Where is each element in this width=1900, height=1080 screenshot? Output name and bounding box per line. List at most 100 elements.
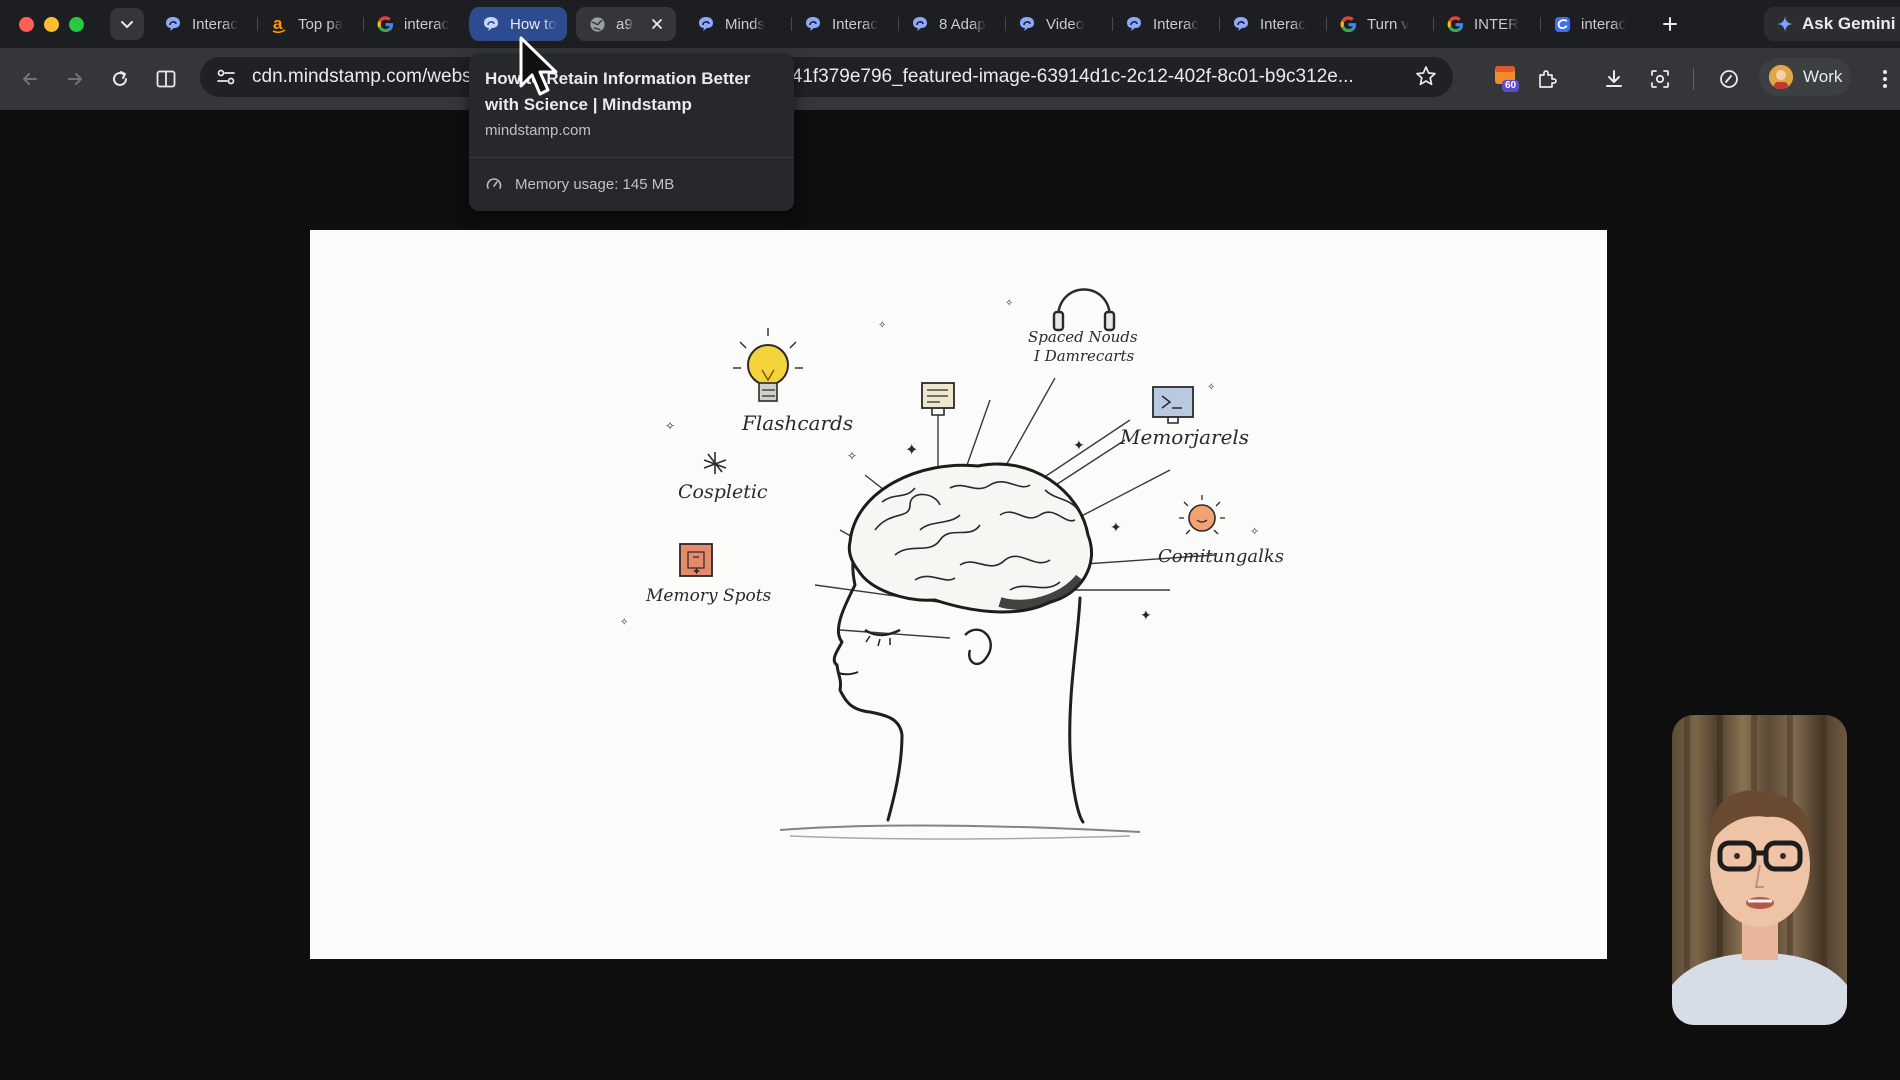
label-comitungalks: Comitungalks bbox=[1158, 546, 1284, 567]
screenshot-button[interactable] bbox=[1645, 64, 1675, 94]
close-window-button[interactable] bbox=[19, 16, 34, 32]
svg-text:✧: ✧ bbox=[878, 320, 886, 331]
tab[interactable]: 8 Adap bbox=[899, 7, 1006, 41]
mindstamp-icon bbox=[482, 15, 500, 33]
tab[interactable]: Interac bbox=[792, 7, 899, 41]
globe-icon bbox=[588, 15, 606, 33]
svg-text:✧: ✧ bbox=[665, 419, 675, 433]
profile-label: Work bbox=[1803, 67, 1843, 86]
featured-image: Flashcards Spaced Nouds I Damrecarts Mem… bbox=[310, 230, 1607, 959]
close-icon bbox=[652, 19, 662, 29]
svg-text:✦: ✦ bbox=[1140, 607, 1152, 623]
label-flashcards: Flashcards bbox=[741, 411, 853, 435]
tab-title: 8 Adap bbox=[939, 15, 986, 33]
extension-button[interactable]: 60 bbox=[1493, 60, 1523, 92]
reload-button[interactable] bbox=[105, 64, 135, 94]
tab-title: a9 bbox=[616, 15, 633, 33]
extension-badge: 60 bbox=[1502, 80, 1520, 92]
reload-icon bbox=[113, 71, 127, 86]
download-icon bbox=[1606, 70, 1622, 87]
arrow-left-icon bbox=[23, 73, 37, 85]
page-content: Flashcards Spaced Nouds I Damrecarts Mem… bbox=[0, 110, 1900, 1080]
tab-title: Turn v bbox=[1367, 15, 1409, 33]
tab[interactable]: Turn v bbox=[1327, 7, 1434, 41]
tab-strip: Interac a Top pa interac How to a9 Minds… bbox=[0, 0, 1900, 48]
mindstamp-icon bbox=[804, 15, 822, 33]
headphones-icon bbox=[1052, 288, 1116, 332]
gauge-icon bbox=[1720, 70, 1738, 88]
mindstamp-icon bbox=[697, 15, 715, 33]
split-view-button[interactable] bbox=[151, 64, 181, 94]
svg-text:✧: ✧ bbox=[847, 449, 857, 463]
tab[interactable]: a Top pa bbox=[258, 7, 364, 41]
toolbar-separator bbox=[1693, 68, 1694, 90]
split-view-icon bbox=[156, 70, 176, 88]
plus-icon bbox=[1663, 17, 1677, 31]
presenter-video bbox=[1672, 715, 1847, 1025]
browser-toolbar: cdn.mindstamp.com/website/images/06ca0c6… bbox=[0, 48, 1900, 110]
tab-search-button[interactable] bbox=[110, 8, 144, 40]
ask-gemini-button[interactable]: Ask Gemini bbox=[1764, 7, 1900, 41]
menu-button[interactable] bbox=[1870, 64, 1900, 94]
mindstamp-icon bbox=[911, 15, 929, 33]
downloads-button[interactable] bbox=[1599, 64, 1629, 94]
tab-title: Top pa bbox=[298, 15, 344, 33]
google-icon bbox=[1339, 15, 1357, 33]
monitor-icon bbox=[1152, 386, 1194, 424]
tab[interactable]: Video bbox=[1006, 7, 1113, 41]
svg-text:✦: ✦ bbox=[905, 442, 918, 459]
svg-text:✧: ✧ bbox=[1207, 382, 1215, 393]
tab[interactable]: Interac bbox=[152, 7, 258, 41]
tab-title: Interac bbox=[1153, 15, 1199, 33]
address-bar[interactable]: cdn.mindstamp.com/website/images/06ca0c6… bbox=[200, 57, 1453, 97]
hover-card-divider bbox=[469, 157, 794, 158]
tab-title: Interac bbox=[1260, 15, 1306, 33]
webcam-overlay bbox=[1672, 715, 1847, 1025]
tab[interactable]: interac bbox=[364, 7, 470, 41]
label-top: Spaced Nouds bbox=[1028, 328, 1138, 346]
extensions-button[interactable] bbox=[1532, 64, 1562, 94]
tab[interactable]: Interac bbox=[1220, 7, 1327, 41]
tab-title: How to bbox=[510, 15, 557, 33]
label-cospletic: Cospletic bbox=[678, 481, 768, 503]
tab-active[interactable]: a9 bbox=[576, 7, 676, 41]
label-top-2: I Damrecarts bbox=[1033, 347, 1134, 365]
back-button[interactable] bbox=[15, 64, 45, 94]
svg-text:✦: ✦ bbox=[1073, 437, 1085, 453]
label-memory-spots: Memory Spots bbox=[645, 586, 772, 606]
svg-text:✧: ✧ bbox=[1005, 298, 1013, 309]
url-text[interactable]: cdn.mindstamp.com/website/images/06ca0c6… bbox=[252, 66, 1402, 88]
chevron-down-icon bbox=[121, 21, 133, 29]
tab[interactable]: interac bbox=[1541, 7, 1647, 41]
window-controls bbox=[19, 16, 84, 32]
svg-text:✦: ✦ bbox=[1110, 519, 1122, 535]
lightbulb-icon bbox=[733, 328, 803, 402]
brain-illustration: Flashcards Spaced Nouds I Damrecarts Mem… bbox=[620, 288, 1284, 840]
new-tab-button[interactable] bbox=[1654, 8, 1686, 40]
tab[interactable]: Interac bbox=[1113, 7, 1220, 41]
tab[interactable]: Minds bbox=[685, 7, 792, 41]
avatar bbox=[1769, 65, 1793, 89]
maximize-window-button[interactable] bbox=[69, 16, 84, 32]
amazon-icon: a bbox=[270, 15, 288, 33]
site-info-icon[interactable] bbox=[214, 65, 238, 89]
svg-text:✦: ✦ bbox=[692, 566, 701, 578]
bookmark-star-icon[interactable] bbox=[1415, 65, 1437, 92]
mindstamp-icon bbox=[1018, 15, 1036, 33]
tab-title: Interac bbox=[192, 15, 238, 33]
tab-title: interac bbox=[1581, 15, 1627, 33]
tab[interactable]: INTER bbox=[1434, 7, 1541, 41]
tab-list: Interac a Top pa interac How to a9 Minds… bbox=[152, 0, 1686, 48]
spark-icon bbox=[703, 452, 727, 474]
tab-title: Video bbox=[1046, 15, 1085, 33]
performance-button[interactable] bbox=[1714, 64, 1744, 94]
close-tab-button[interactable] bbox=[648, 15, 666, 33]
svg-text:a: a bbox=[273, 15, 283, 33]
forward-button[interactable] bbox=[60, 64, 90, 94]
brain-drawing bbox=[847, 462, 1094, 614]
tab-title: Minds bbox=[725, 15, 766, 33]
more-vertical-icon bbox=[1883, 70, 1887, 88]
profile-button[interactable]: Work bbox=[1759, 58, 1851, 96]
screen-icon bbox=[921, 382, 955, 416]
minimize-window-button[interactable] bbox=[44, 16, 59, 32]
